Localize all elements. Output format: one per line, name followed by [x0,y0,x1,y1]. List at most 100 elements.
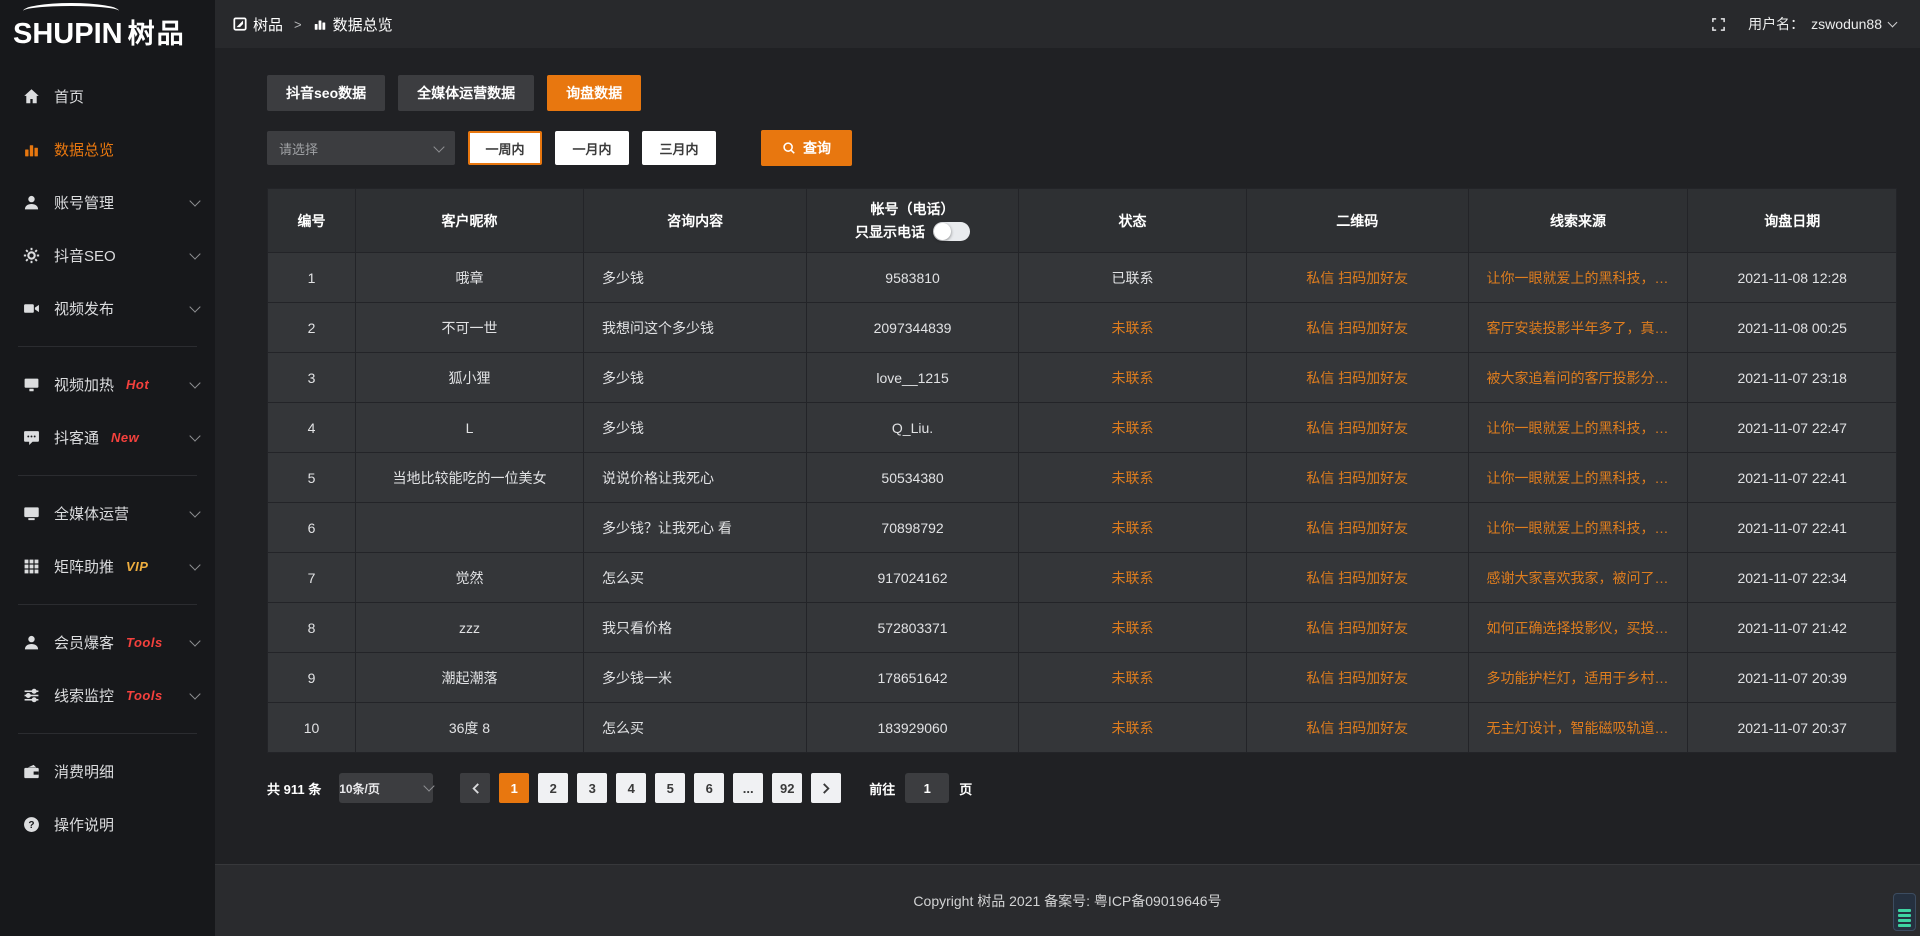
sidebar-item-矩阵助推[interactable]: 矩阵助推VIP [0,540,215,593]
range-button-一周内[interactable]: 一周内 [468,131,542,165]
sidebar-item-线索监控[interactable]: 线索监控Tools [0,669,215,722]
cell-id: 7 [268,553,356,603]
cell-content: 我想问这个多少钱 [584,303,807,353]
page-button-1[interactable]: 1 [499,773,529,803]
user-dropdown[interactable]: 用户名：zswodun88 [1748,14,1896,34]
cell-qrcode[interactable]: 私信 扫码加好友 [1246,453,1468,503]
sidebar-item-视频发布[interactable]: 视频发布 [0,282,215,335]
col-account-title: 帐号（电话） [807,198,1018,220]
tab-全媒体运营数据[interactable]: 全媒体运营数据 [398,75,534,111]
breadcrumb-item[interactable]: 树品 [233,14,283,35]
tab-询盘数据[interactable]: 询盘数据 [547,75,641,111]
cell-qrcode[interactable]: 私信 扫码加好友 [1246,253,1468,303]
page-button-6[interactable]: 6 [694,773,724,803]
cell-date: 2021-11-07 23:18 [1688,353,1897,403]
filter-bar: 请选择 一周内一月内三月内 查询 [267,130,1897,166]
range-button-三月内[interactable]: 三月内 [642,131,716,165]
cell-nickname: 哦章 [355,253,583,303]
sidebar-item-会员爆客[interactable]: 会员爆客Tools [0,616,215,669]
page-button-5[interactable]: 5 [655,773,685,803]
tab-抖音seo数据[interactable]: 抖音seo数据 [267,75,385,111]
cell-content: 多少钱 [584,403,807,453]
cell-qrcode[interactable]: 私信 扫码加好友 [1246,503,1468,553]
sidebar-item-抖客通[interactable]: 抖客通New [0,411,215,464]
cell-qrcode[interactable]: 私信 扫码加好友 [1246,303,1468,353]
cell-qrcode[interactable]: 私信 扫码加好友 [1246,703,1468,753]
phone-toggle-label: 只显示电话 [855,221,925,243]
prev-page-button[interactable] [460,773,490,803]
chevron-down-icon [189,248,200,259]
cell-source[interactable]: 被大家追着问的客厅投影分享... [1468,353,1688,403]
page-button-92[interactable]: 92 [772,773,802,803]
cell-account: love__1215 [807,353,1019,403]
cell-nickname: 36度 8 [355,703,583,753]
floating-widget[interactable] [1893,893,1916,931]
page-button-4[interactable]: 4 [616,773,646,803]
cell-qrcode[interactable]: 私信 扫码加好友 [1246,553,1468,603]
cell-nickname: 潮起潮落 [355,653,583,703]
cell-id: 8 [268,603,356,653]
cell-source[interactable]: 感谢大家喜欢我家，被问了好... [1468,553,1688,603]
cell-source[interactable]: 无主灯设计，智能磁吸轨道灯... [1468,703,1688,753]
cell-status: 未联系 [1018,653,1246,703]
page-button-3[interactable]: 3 [577,773,607,803]
bar-chart-icon [23,141,41,159]
col-account: 帐号（电话） 只显示电话 [807,189,1019,253]
breadcrumb-separator: > [294,17,302,32]
sidebar-item-消费明细[interactable]: 消费明细 [0,745,215,798]
cell-qrcode[interactable]: 私信 扫码加好友 [1246,403,1468,453]
sidebar-item-label: 抖音SEO [54,245,116,266]
table-row: 5当地比较能吃的一位美女说说价格让我死心50534380未联系私信 扫码加好友让… [268,453,1897,503]
cell-source[interactable]: 让你一眼就爱上的黑科技，能... [1468,503,1688,553]
cell-qrcode[interactable]: 私信 扫码加好友 [1246,653,1468,703]
sidebar-item-数据总览[interactable]: 数据总览 [0,123,215,176]
cell-status: 未联系 [1018,353,1246,403]
sidebar-item-全媒体运营[interactable]: 全媒体运营 [0,487,215,540]
cell-id: 4 [268,403,356,453]
cell-source[interactable]: 让你一眼就爱上的黑科技，能... [1468,453,1688,503]
account-select[interactable]: 请选择 [267,131,455,165]
sidebar-item-label: 矩阵助推 [54,556,114,577]
sidebar-item-badge: New [111,430,139,445]
cell-source[interactable]: 如何正确选择投影仪，买投影... [1468,603,1688,653]
table-row: 7觉然怎么买917024162未联系私信 扫码加好友感谢大家喜欢我家，被问了好.… [268,553,1897,603]
table-row: 3狐小狸多少钱love__1215未联系私信 扫码加好友被大家追着问的客厅投影分… [268,353,1897,403]
cell-date: 2021-11-07 22:47 [1688,403,1897,453]
col-id: 编号 [268,189,356,253]
sidebar-item-首页[interactable]: 首页 [0,70,215,123]
breadcrumb-item[interactable]: 数据总览 [313,14,393,35]
cell-source[interactable]: 多功能护栏灯，适用于乡村文... [1468,653,1688,703]
goto-page-input[interactable]: 1 [905,773,949,803]
cell-source[interactable]: 客厅安装投影半年多了，真实... [1468,303,1688,353]
cell-source[interactable]: 让你一眼就爱上的黑科技，能... [1468,403,1688,453]
sidebar-item-label: 视频加热 [54,374,114,395]
cell-account: 917024162 [807,553,1019,603]
cell-content: 多少钱 [584,353,807,403]
page-size-select[interactable]: 10条/页 [339,773,433,803]
table-header-row: 编号 客户昵称 咨询内容 帐号（电话） 只显示电话 状态 二维码 线索来源 [268,189,1897,253]
sidebar-item-账号管理[interactable]: 账号管理 [0,176,215,229]
fullscreen-icon[interactable] [1711,17,1726,32]
cell-qrcode[interactable]: 私信 扫码加好友 [1246,603,1468,653]
sidebar-item-视频加热[interactable]: 视频加热Hot [0,358,215,411]
search-button[interactable]: 查询 [761,130,852,166]
topbar: 树品 > 数据总览 用户名：zswodun88 [215,0,1920,48]
cell-source[interactable]: 让你一眼就爱上的黑科技，能... [1468,253,1688,303]
cell-id: 10 [268,703,356,753]
table-row: 1036度 8怎么买183929060未联系私信 扫码加好友无主灯设计，智能磁吸… [268,703,1897,753]
wallet-icon [23,763,41,781]
phone-only-toggle[interactable] [933,222,970,241]
cell-qrcode[interactable]: 私信 扫码加好友 [1246,353,1468,403]
range-button-一月内[interactable]: 一月内 [555,131,629,165]
sliders-icon [23,687,41,705]
page-button-2[interactable]: 2 [538,773,568,803]
sidebar-item-badge: Tools [126,688,163,703]
sidebar-item-抖音SEO[interactable]: 抖音SEO [0,229,215,282]
cell-date: 2021-11-08 00:25 [1688,303,1897,353]
sidebar-item-操作说明[interactable]: ?操作说明 [0,798,215,851]
copyright-text: Copyright 树品 2021 备案号: 粤ICP备09019646号 [913,891,1221,911]
next-page-button[interactable] [811,773,841,803]
page-ellipsis-button[interactable]: ... [733,773,763,803]
sidebar: SHUPIN 树品 首页数据总览账号管理抖音SEO视频发布视频加热Hot抖客通N… [0,0,215,936]
message-icon [23,429,41,447]
